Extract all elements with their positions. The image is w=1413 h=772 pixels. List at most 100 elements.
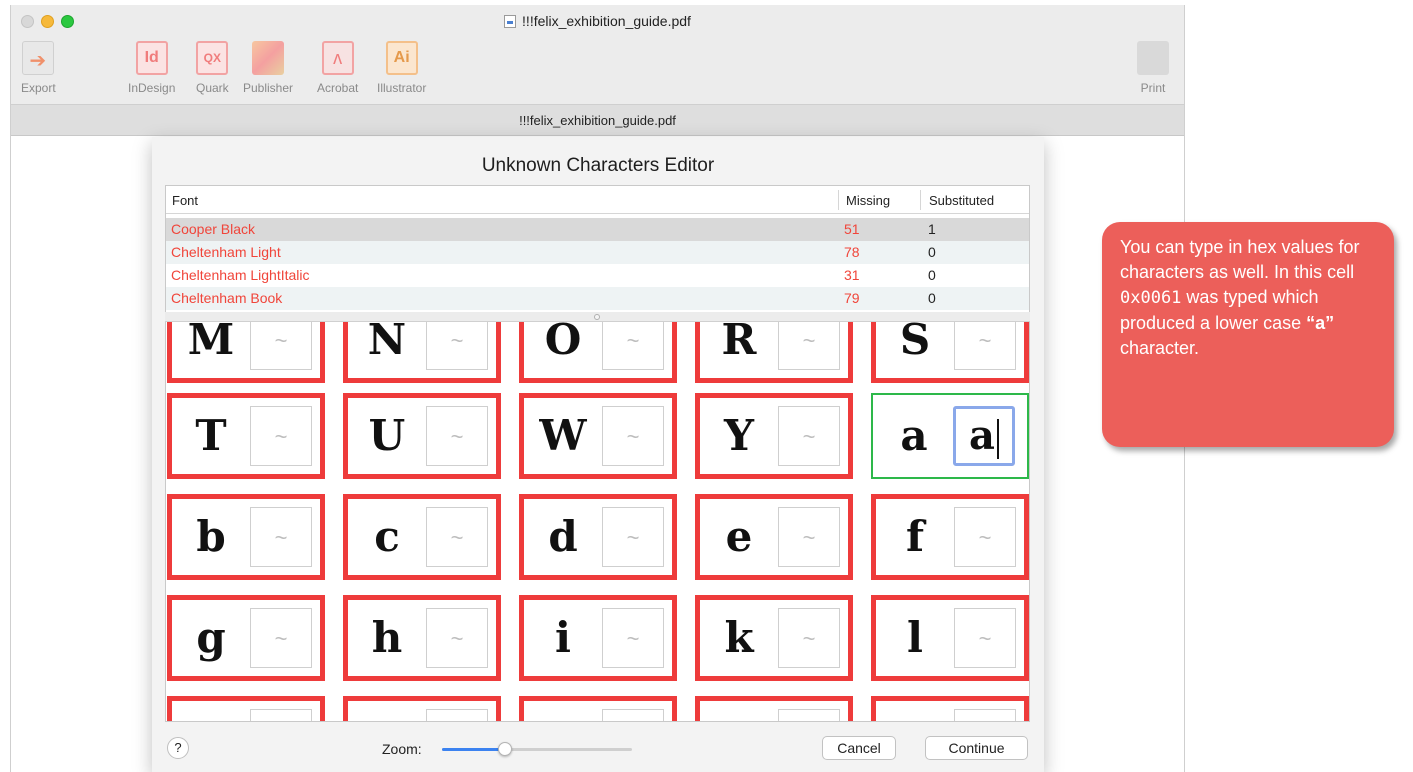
- substitution-field[interactable]: ~: [778, 322, 840, 370]
- callout-text-part: You can type in hex values for character…: [1120, 237, 1360, 282]
- acrobat-icon: ᴧ: [321, 41, 354, 75]
- substitution-value: a: [969, 412, 995, 459]
- missing-glyph: l: [907, 613, 923, 662]
- window-title: !!!felix_exhibition_guide.pdf: [11, 13, 1184, 29]
- missing-glyph: O: [544, 322, 582, 364]
- character-cell[interactable]: Y ~: [695, 393, 853, 479]
- indesign-button[interactable]: Id InDesign: [128, 41, 175, 95]
- character-cell[interactable]: k ~: [695, 595, 853, 681]
- character-cell[interactable]: h ~: [343, 595, 501, 681]
- font-row-cheltenham-lightitalic[interactable]: Cheltenham LightItalic 31 0: [166, 264, 1029, 287]
- character-cell[interactable]: i ~: [519, 595, 677, 681]
- zoom-label: Zoom:: [382, 741, 422, 757]
- export-icon: [22, 41, 55, 75]
- substitution-field[interactable]: ~: [426, 406, 488, 466]
- font-row-cooper-black[interactable]: Cooper Black 51 1: [166, 218, 1029, 241]
- substitution-field[interactable]: ~: [602, 406, 664, 466]
- character-cell[interactable]: T ~: [167, 393, 325, 479]
- substitution-field[interactable]: ~: [778, 406, 840, 466]
- substitution-field[interactable]: ~: [426, 322, 488, 370]
- substitution-field[interactable]: ~: [778, 608, 840, 668]
- substitution-field[interactable]: ~: [602, 322, 664, 370]
- substitution-field[interactable]: [778, 709, 840, 721]
- illustrator-button[interactable]: Ai Illustrator: [377, 41, 426, 95]
- document-tab-title: !!!felix_exhibition_guide.pdf: [11, 105, 1184, 136]
- export-button[interactable]: Export: [21, 41, 56, 95]
- font-table: Font Missing Substituted Cooper Black 51…: [165, 185, 1030, 321]
- zoom-slider-knob[interactable]: [498, 742, 512, 756]
- unknown-characters-dialog: Unknown Characters Editor Font Missing S…: [152, 137, 1044, 772]
- character-cell[interactable]: b ~: [167, 494, 325, 580]
- character-cell[interactable]: M ~: [167, 322, 325, 383]
- character-cell[interactable]: c ~: [343, 494, 501, 580]
- substitution-field[interactable]: ~: [250, 406, 312, 466]
- help-button[interactable]: ?: [167, 737, 189, 759]
- character-cell[interactable]: f ~: [871, 494, 1029, 580]
- substitution-field[interactable]: [250, 709, 312, 721]
- substitution-field[interactable]: ~: [426, 608, 488, 668]
- missing-glyph: i: [555, 613, 571, 662]
- indesign-icon: Id: [135, 41, 168, 75]
- missing-glyph: h: [371, 613, 403, 662]
- character-cell[interactable]: l ~: [871, 595, 1029, 681]
- split-view-divider[interactable]: [165, 312, 1030, 322]
- character-cell[interactable]: d ~: [519, 494, 677, 580]
- font-row-cheltenham-book[interactable]: Cheltenham Book 79 0: [166, 287, 1029, 310]
- character-cell[interactable]: O ~: [519, 322, 677, 383]
- substitution-field[interactable]: ~: [954, 322, 1016, 370]
- column-separator: [838, 190, 839, 210]
- substitution-field[interactable]: ~: [250, 322, 312, 370]
- missing-glyph: W: [539, 411, 587, 460]
- substitution-field[interactable]: [954, 709, 1016, 721]
- publisher-button[interactable]: Publisher: [243, 41, 293, 95]
- zoom-slider-fill: [442, 748, 505, 751]
- substitution-field[interactable]: ~: [602, 507, 664, 567]
- dialog-title: Unknown Characters Editor: [481, 155, 715, 176]
- zoom-slider[interactable]: [442, 742, 632, 756]
- character-cell[interactable]: N ~: [343, 322, 501, 383]
- indesign-label: InDesign: [128, 81, 176, 95]
- quark-label: Quark: [196, 81, 229, 95]
- character-cell[interactable]: [519, 696, 677, 721]
- font-missing-count: 31: [844, 267, 860, 283]
- substitution-field[interactable]: ~: [778, 507, 840, 567]
- callout-char: “a”: [1306, 313, 1335, 333]
- substitution-field[interactable]: ~: [954, 507, 1016, 567]
- font-table-header: Font Missing Substituted: [166, 186, 1029, 214]
- missing-glyph: b: [196, 512, 226, 561]
- substitution-field[interactable]: [426, 709, 488, 721]
- column-header-missing[interactable]: Missing: [846, 193, 890, 208]
- character-cell[interactable]: U ~: [343, 393, 501, 479]
- character-cell[interactable]: g ~: [167, 595, 325, 681]
- acrobat-button[interactable]: ᴧ Acrobat: [317, 41, 358, 95]
- character-cell[interactable]: e ~: [695, 494, 853, 580]
- substitution-field[interactable]: ~: [602, 608, 664, 668]
- missing-glyph: e: [725, 512, 753, 561]
- font-name: Cheltenham Light: [171, 244, 281, 260]
- continue-button[interactable]: Continue: [925, 736, 1028, 760]
- substitution-field[interactable]: ~: [250, 507, 312, 567]
- column-header-font[interactable]: Font: [172, 193, 198, 208]
- character-cell[interactable]: R ~: [695, 322, 853, 383]
- character-cell[interactable]: [871, 696, 1029, 721]
- character-cell[interactable]: W ~: [519, 393, 677, 479]
- substitution-field[interactable]: ~: [954, 608, 1016, 668]
- missing-glyph: c: [374, 512, 400, 561]
- missing-glyph: T: [195, 411, 227, 460]
- quark-icon: QX: [196, 41, 229, 75]
- print-button[interactable]: Print: [1137, 41, 1169, 95]
- character-cell[interactable]: [167, 696, 325, 721]
- substitution-field[interactable]: ~: [250, 608, 312, 668]
- cancel-button[interactable]: Cancel: [822, 736, 896, 760]
- font-row-cheltenham-light[interactable]: Cheltenham Light 78 0: [166, 241, 1029, 264]
- character-cell[interactable]: [343, 696, 501, 721]
- substitution-field[interactable]: ~: [426, 507, 488, 567]
- column-header-substituted[interactable]: Substituted: [929, 193, 994, 208]
- divider-handle-icon[interactable]: [594, 314, 600, 320]
- quark-button[interactable]: QX Quark: [196, 41, 229, 95]
- character-cell-substituted[interactable]: a a: [871, 393, 1029, 479]
- substitution-field-active[interactable]: a: [953, 406, 1015, 466]
- substitution-field[interactable]: [602, 709, 664, 721]
- character-cell[interactable]: S ~: [871, 322, 1029, 383]
- character-cell[interactable]: [695, 696, 853, 721]
